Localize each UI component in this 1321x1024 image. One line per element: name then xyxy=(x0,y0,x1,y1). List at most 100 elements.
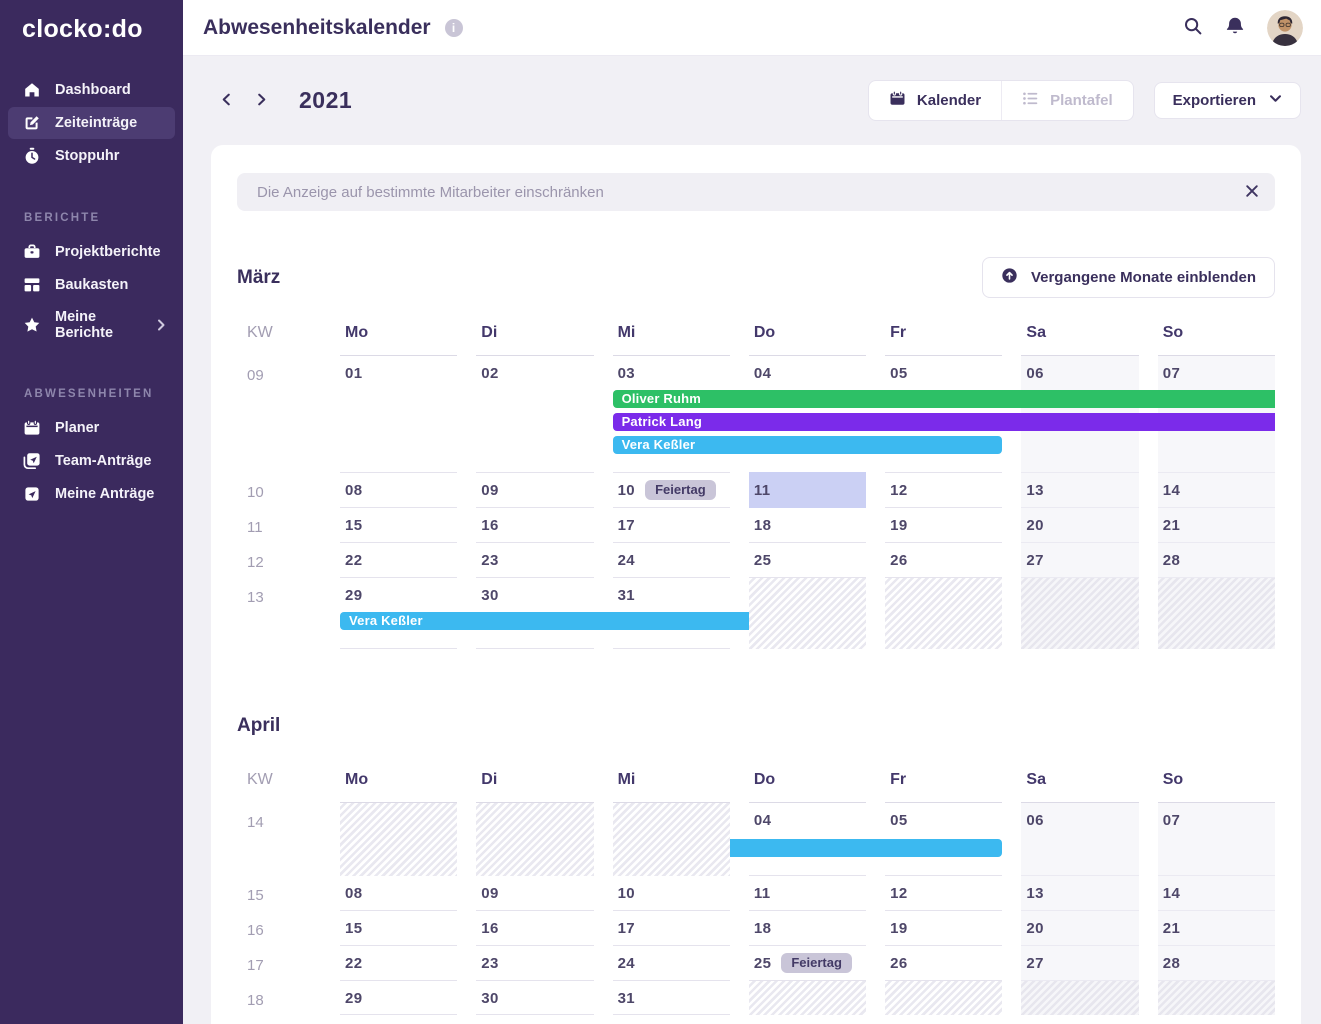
week-number: 10 xyxy=(247,484,264,501)
weekday-header: Fr xyxy=(885,765,1003,803)
day-number: 15 xyxy=(345,517,363,534)
sidebar: clocko:do Dashboard Zeiteinträge Stoppuhr … xyxy=(0,0,183,1024)
day-number: 21 xyxy=(1162,517,1181,534)
day-cell: 19 xyxy=(885,911,1003,946)
week-row: 18 29 30 31 xyxy=(237,981,1275,1015)
day-cell: 15 xyxy=(340,508,458,543)
day-cell-out-of-month xyxy=(1021,981,1139,1015)
filter-clear-button[interactable] xyxy=(1241,181,1263,203)
sidebar-item-dashboard[interactable]: Dashboard xyxy=(8,74,175,106)
sidebar-item-meine-berichte[interactable]: Meine Berichte xyxy=(8,302,175,348)
week-number: 17 xyxy=(247,957,264,974)
chevron-right-icon xyxy=(255,93,268,109)
month-title: März xyxy=(237,266,281,288)
page-title: Abwesenheitskalender xyxy=(203,15,431,39)
calendar-card: März Vergangene Monate einblenden KW Mo Di Mi… xyxy=(211,145,1301,1024)
view-plantafel-label: Plantafel xyxy=(1050,92,1113,109)
day-cell-out-of-month xyxy=(1157,981,1275,1015)
day-cell: 15 xyxy=(340,911,458,946)
previous-year-button[interactable] xyxy=(213,87,240,115)
sidebar-item-label: Team-Anträge xyxy=(55,453,152,469)
export-button[interactable]: Exportieren xyxy=(1153,82,1301,119)
day-cell-out-of-month xyxy=(748,981,867,1015)
absence-bar[interactable]: Vera Keßler xyxy=(612,436,1003,454)
absence-bar[interactable]: Patrick Lang xyxy=(612,413,1275,431)
day-number: 08 xyxy=(345,482,363,499)
holiday-badge: Feiertag xyxy=(781,953,852,973)
week-row: 09 01 02 03 04 05 06 07 Oliver Ruhm Patrick Lang V… xyxy=(237,356,1275,473)
sidebar-item-planer[interactable]: Planer xyxy=(8,412,175,444)
month-section: April KW Mo Di Mi Do Fr Sa So 14 04 05 06 07 15 08 09 10 1… xyxy=(237,707,1275,1015)
show-past-months-button[interactable]: Vergangene Monate einblenden xyxy=(981,257,1275,298)
weekday-header: Sa xyxy=(1021,765,1139,803)
day-cell: 18 xyxy=(748,911,867,946)
week-number: 11 xyxy=(247,519,263,536)
sidebar-item-label: Stoppuhr xyxy=(55,148,120,164)
day-number: 13 xyxy=(1026,885,1044,902)
absence-bar[interactable]: Vera Keßler xyxy=(340,612,749,630)
day-number: 12 xyxy=(890,885,908,902)
day-cell: 26 xyxy=(885,946,1003,981)
close-icon xyxy=(1245,184,1259,201)
day-number: 15 xyxy=(345,920,363,937)
info-icon[interactable]: i xyxy=(444,18,463,37)
search-button[interactable] xyxy=(1183,16,1203,39)
calendar-icon xyxy=(23,419,41,437)
day-cell: 22 xyxy=(340,946,458,981)
sidebar-item-zeiteintraege[interactable]: Zeiteinträge xyxy=(8,107,175,139)
sidebar-item-projektberichte[interactable]: Projektberichte xyxy=(8,236,175,268)
topbar-actions xyxy=(1183,9,1303,46)
weekday-header: Mo xyxy=(340,765,458,803)
day-number: 19 xyxy=(890,517,908,534)
notifications-button[interactable] xyxy=(1225,16,1245,39)
day-number: 31 xyxy=(617,990,636,1007)
weekday-header: So xyxy=(1157,318,1275,356)
edit-icon xyxy=(23,114,41,132)
user-avatar[interactable] xyxy=(1267,9,1303,46)
app-logo: clocko:do xyxy=(22,15,143,43)
day-number: 22 xyxy=(345,955,363,972)
stopwatch-icon xyxy=(23,147,41,165)
day-cell-out-of-month xyxy=(340,803,458,876)
day-cell: 25 xyxy=(748,543,867,578)
day-number: 18 xyxy=(753,920,772,937)
absence-bar[interactable] xyxy=(729,839,1003,857)
weekday-header: Mi xyxy=(612,765,730,803)
week-number: 13 xyxy=(247,589,264,606)
absence-bar[interactable]: Oliver Ruhm xyxy=(612,390,1275,408)
day-number: 30 xyxy=(481,587,499,604)
day-number: 12 xyxy=(890,482,908,499)
week-number: 18 xyxy=(247,992,264,1009)
home-icon xyxy=(23,81,41,99)
day-number: 28 xyxy=(1162,552,1181,569)
month-header: März Vergangene Monate einblenden xyxy=(237,257,1275,298)
employee-filter-input[interactable] xyxy=(237,173,1275,211)
day-cell: 11 xyxy=(748,473,867,508)
weekday-header: Mo xyxy=(340,318,458,356)
sidebar-item-meine-antraege[interactable]: Meine Anträge xyxy=(8,478,175,510)
day-cell: 19 xyxy=(885,508,1003,543)
day-cell: 23 xyxy=(476,946,594,981)
content: 2021 Kalender Plantafel Exportieren März… xyxy=(183,56,1321,1024)
next-year-button[interactable] xyxy=(248,87,275,115)
day-cell: 08 xyxy=(340,473,458,508)
view-kalender-button[interactable]: Kalender xyxy=(869,81,1001,120)
view-plantafel-button[interactable]: Plantafel xyxy=(1001,81,1133,120)
sidebar-item-team-antraege[interactable]: Team-Anträge xyxy=(8,445,175,477)
day-number: 01 xyxy=(345,365,363,382)
week-number: 16 xyxy=(247,922,264,939)
week-row: 13 29 30 31 Vera Keßler xyxy=(237,578,1275,649)
day-number: 23 xyxy=(481,552,499,569)
sidebar-sections: BERICHTE Projektberichte Baukasten Meine Be… xyxy=(0,212,183,510)
sidebar-item-baukasten[interactable]: Baukasten xyxy=(8,269,175,301)
day-number: 05 xyxy=(890,365,908,382)
day-number: 07 xyxy=(1162,812,1181,829)
day-number: 29 xyxy=(345,990,363,1007)
day-cell: 16 xyxy=(476,508,594,543)
day-number: 16 xyxy=(481,920,499,937)
sidebar-item-stoppuhr[interactable]: Stoppuhr xyxy=(8,140,175,172)
plane-doc-stack-icon xyxy=(23,452,41,470)
day-cell: 12 xyxy=(885,473,1003,508)
day-cell-out-of-month xyxy=(1157,578,1275,649)
weekday-header: Mi xyxy=(612,318,730,356)
